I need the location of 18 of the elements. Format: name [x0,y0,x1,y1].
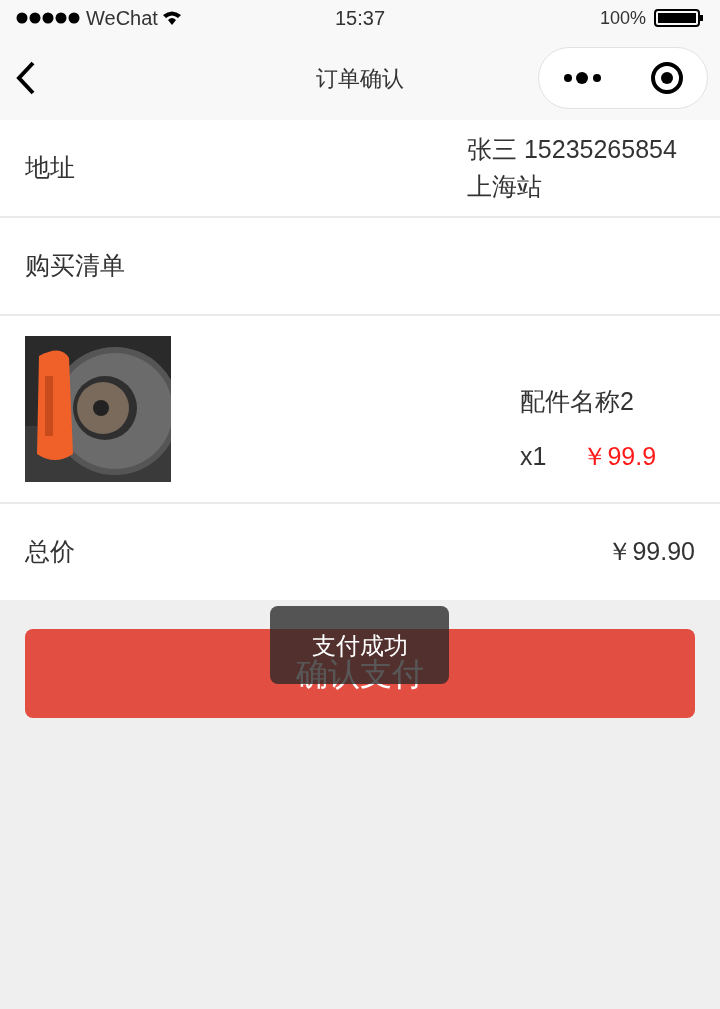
carrier-name: WeChat [86,6,158,31]
close-icon[interactable] [649,61,684,95]
page-title: 订单确认 [316,64,404,93]
wifi-icon [161,10,182,26]
signal-icon [16,12,82,24]
item-name: 配件名称2 [520,385,635,417]
item-quantity: x1 [520,441,547,472]
address-station: 上海站 [467,171,543,202]
item-price: ￥99.9 [582,441,657,472]
clock-time: 15:37 [333,6,387,31]
total-label: 总价 [25,536,75,568]
recipient-name-phone: 张三 15235265854 [467,133,678,165]
battery-icon [654,8,704,28]
list-header: 购买清单 [25,250,125,282]
address-label: 地址 [25,152,75,184]
total-value: ￥99.90 [607,536,695,568]
battery-percent: 100% [599,6,646,30]
more-icon[interactable] [562,71,603,85]
